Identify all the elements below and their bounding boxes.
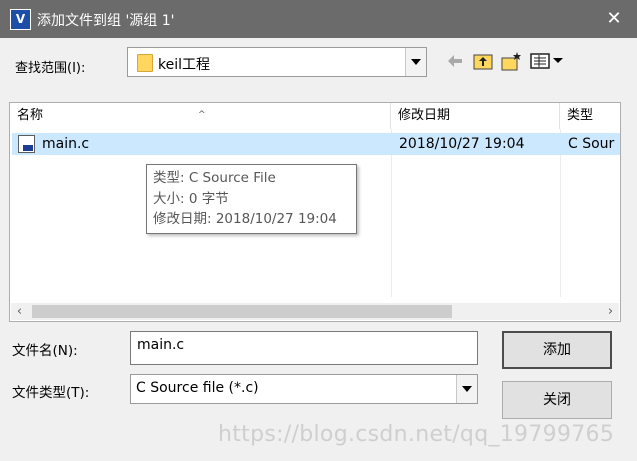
file-type-cell: C Sour [568,136,615,152]
back-arrow-icon[interactable] [444,50,466,72]
file-name-input[interactable]: main.c [130,331,478,365]
add-button[interactable]: 添加 [502,331,612,369]
scrollbar-thumb[interactable] [32,305,452,318]
tooltip-type: 类型: C Source File [153,170,276,186]
file-name-cell: main.c [42,136,90,152]
column-name-label: 名称 [17,108,44,123]
new-folder-icon[interactable] [500,50,522,72]
scroll-left-icon[interactable]: ‹ [11,303,28,320]
scroll-right-icon[interactable]: › [602,303,619,320]
file-info-tooltip: 类型: C Source File 大小: 0 字节 修改日期: 2018/10… [146,164,357,234]
horizontal-scrollbar[interactable]: ‹ › [11,303,619,320]
chevron-down-icon[interactable] [456,375,477,403]
file-type-label: 文件类型(T): [12,385,90,401]
up-folder-icon[interactable] [472,50,494,72]
watermark: https://blog.csdn.net/qq_19799765 [218,422,615,447]
title-bar: V 添加文件到组 '源组 1' ✕ [0,0,637,38]
close-window-button[interactable]: ✕ [591,0,637,38]
look-in-value: keil工程 [158,57,211,73]
view-menu-icon[interactable] [530,50,566,72]
table-row[interactable]: main.c 2018/10/27 19:04 C Sour [12,133,620,155]
file-type-dropdown[interactable]: C Source file (*.c) [130,374,478,404]
column-header-type[interactable]: 类型 [560,103,620,129]
column-header-modified[interactable]: 修改日期 [391,103,560,129]
window-title: 添加文件到组 '源组 1' [37,13,175,29]
app-icon: V [10,9,31,30]
look-in-dropdown[interactable]: keil工程 [127,47,427,77]
folder-icon [137,54,153,72]
sort-ascending-icon: ^ [198,110,206,120]
file-name-label: 文件名(N): [12,343,78,359]
close-button[interactable]: 关闭 [502,381,612,419]
look-in-label: 查找范围(I): [15,61,86,76]
column-header-name[interactable]: 名称 ^ [10,103,391,129]
tooltip-modified: 修改日期: 2018/10/27 19:04 [153,211,337,227]
file-modified-cell: 2018/10/27 19:04 [399,136,525,152]
chevron-down-icon[interactable] [405,48,426,76]
file-type-value: C Source file (*.c) [136,380,259,396]
tooltip-size: 大小: 0 字节 [153,190,229,207]
c-file-icon [18,135,35,153]
